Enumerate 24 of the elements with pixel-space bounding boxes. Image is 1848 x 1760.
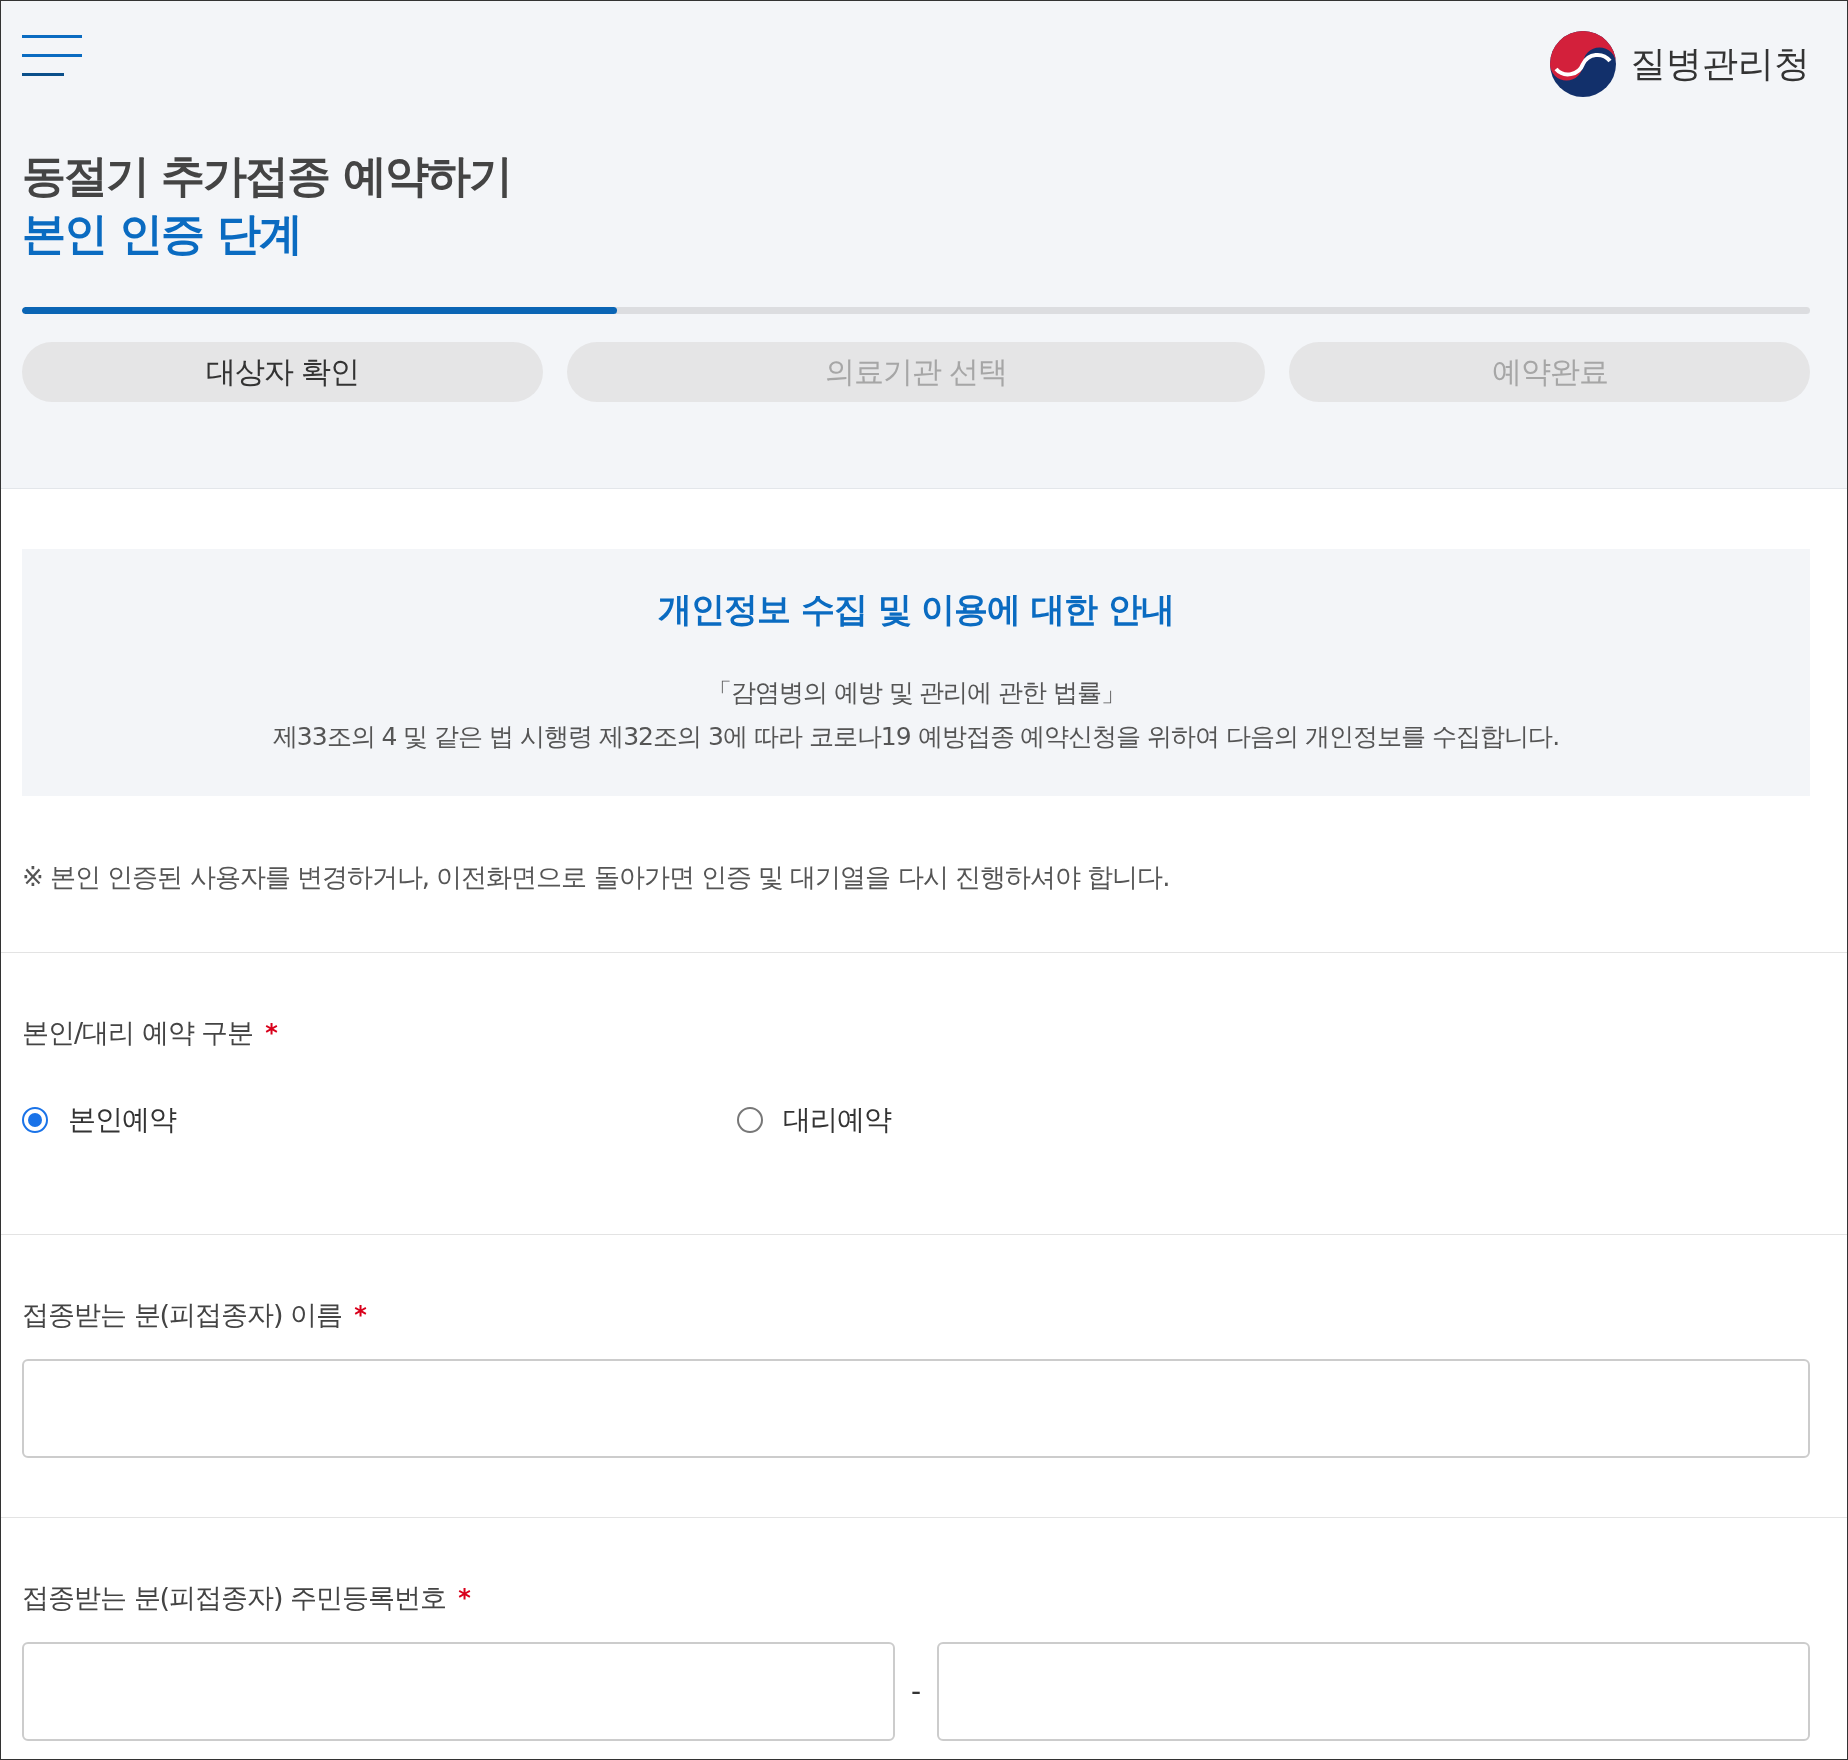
radio-label[interactable]: 본인예약 <box>68 1101 176 1139</box>
logo-icon <box>1550 31 1616 97</box>
notice-text: 「감염병의 예방 및 관리에 관한 법률」 <box>706 677 1126 709</box>
step-tab[interactable]: 대상자 확인 <box>22 342 543 402</box>
separator-text: - <box>910 1675 922 1708</box>
notice-title: 개인정보 수집 및 이용에 대한 안내 <box>657 588 1175 631</box>
id-number-input[interactable] <box>22 1642 895 1741</box>
id-number-input[interactable] <box>937 1642 1810 1741</box>
name-input[interactable] <box>22 1359 1810 1458</box>
page-title: 동절기 추가접종 예약하기 <box>22 149 512 203</box>
required-mark: * <box>265 1019 278 1047</box>
menu-icon[interactable] <box>22 35 82 77</box>
radio-button[interactable] <box>22 1107 48 1133</box>
required-mark: * <box>458 1584 471 1612</box>
field-label: 접종받는 분(피접종자) 주민등록번호 <box>22 1581 447 1615</box>
logo-text: 질병관리청 <box>1630 41 1810 86</box>
field-label: 본인/대리 예약 구분 <box>22 1016 254 1050</box>
radio-label[interactable]: 대리예약 <box>783 1101 891 1139</box>
notice-text: 제33조의 4 및 같은 법 시행령 제32조의 3에 따라 코로나19 예방접종 예약신청을 위하여 다음의 개인정보를 수집합니다. <box>272 721 1560 753</box>
radio-button[interactable] <box>737 1107 763 1133</box>
required-mark: * <box>354 1301 367 1329</box>
field-label: 접종받는 분(피접종자) 이름 <box>22 1298 343 1332</box>
page-subtitle: 본인 인증 단계 <box>22 207 302 261</box>
warning-text: ※ 본인 인증된 사용자를 변경하거나, 이전화면으로 돌아가면 인증 및 대기열을 다시 진행하셔야 합니다. <box>22 861 1171 894</box>
